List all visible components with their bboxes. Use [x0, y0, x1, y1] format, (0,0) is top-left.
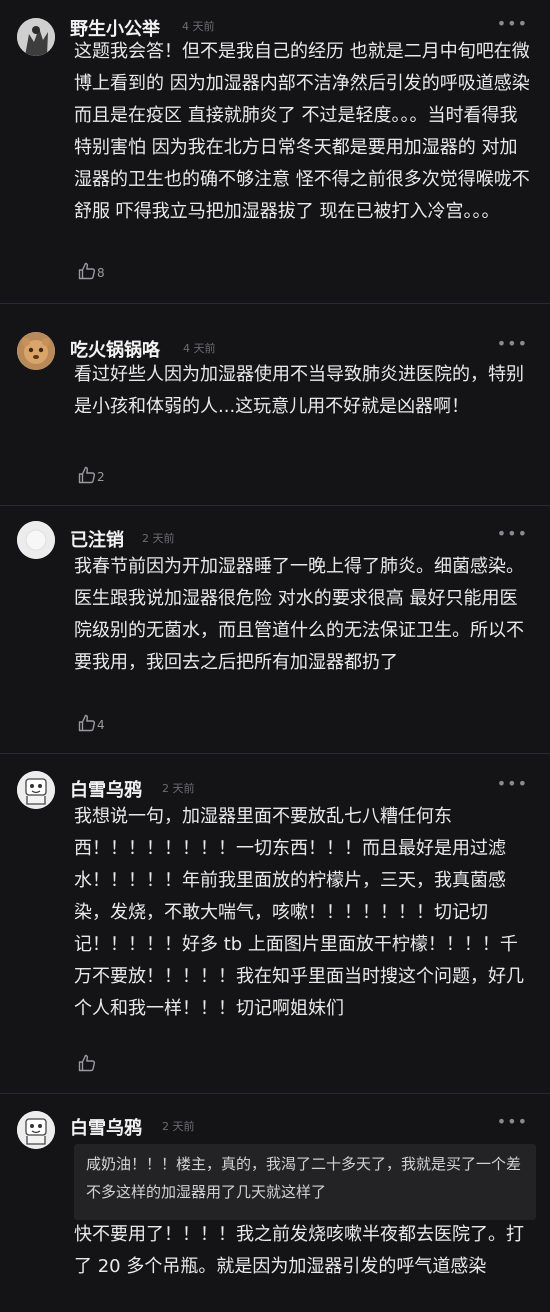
like-button[interactable]: 2 — [78, 460, 105, 484]
more-options-icon[interactable]: ••• — [497, 524, 528, 543]
avatar[interactable] — [17, 1111, 55, 1149]
avatar-image — [17, 521, 55, 559]
thumbs-up-icon — [78, 714, 96, 732]
comment-text: 快不要用了！！！！我之前发烧咳嗽半夜都去医院了。打了 20 多个吊瓶。就是因为加… — [74, 1224, 524, 1277]
avatar[interactable] — [17, 771, 55, 809]
timestamp: 2 天前 — [162, 782, 195, 795]
avatar-image — [17, 1111, 55, 1149]
like-count: 8 — [97, 266, 105, 280]
quoted-reply-text: 咸奶油！！！楼主，真的，我渴了二十多天了，我就是买了一个差不多这样的加湿器用了几… — [86, 1155, 522, 1201]
comment-text: 这题我会答！但不是我自己的经历 也就是二月中旬吧在微博上看到的 因为加湿器内部不… — [74, 41, 530, 222]
divider — [0, 753, 550, 754]
avatar-image — [17, 771, 55, 809]
thumbs-up-icon — [78, 466, 96, 484]
username[interactable]: 白雪乌鸦 — [70, 1114, 142, 1140]
like-count: 4 — [97, 718, 105, 732]
like-count: 2 — [97, 470, 105, 484]
avatar[interactable] — [17, 521, 55, 559]
comment-text: 看过好些人因为加湿器使用不当导致肺炎进医院的，特别是小孩和体弱的人...这玩意儿… — [74, 364, 524, 417]
username[interactable]: 已注销 — [70, 526, 124, 552]
thumbs-up-icon — [78, 262, 96, 280]
timestamp: 4 天前 — [182, 20, 215, 33]
avatar[interactable] — [17, 332, 55, 370]
avatar[interactable] — [17, 18, 55, 56]
avatar-image — [17, 18, 55, 56]
divider — [0, 1093, 550, 1094]
quoted-reply: 咸奶油！！！楼主，真的，我渴了二十多天了，我就是买了一个差不多这样的加湿器用了几… — [74, 1144, 536, 1220]
like-button[interactable]: 4 — [78, 708, 105, 732]
more-options-icon[interactable]: ••• — [497, 774, 528, 793]
like-button[interactable]: 8 — [78, 256, 105, 280]
timestamp: 2 天前 — [142, 532, 175, 545]
divider — [0, 303, 550, 304]
avatar-image — [17, 332, 55, 370]
divider — [0, 505, 550, 506]
comment-text: 我想说一句，加湿器里面不要放乱七八糟任何东西！！！！！！！！一切东西！！！而且最… — [74, 806, 524, 1019]
more-options-icon[interactable]: ••• — [497, 1112, 528, 1131]
comment-text: 我春节前因为开加湿器睡了一晚上得了肺炎。细菌感染。医生跟我说加湿器很危险 对水的… — [74, 556, 524, 673]
timestamp: 2 天前 — [162, 1120, 195, 1133]
more-options-icon[interactable]: ••• — [497, 14, 528, 33]
like-button[interactable] — [78, 1048, 97, 1072]
username[interactable]: 白雪乌鸦 — [70, 776, 142, 802]
thumbs-up-icon — [78, 1054, 96, 1072]
timestamp: 4 天前 — [183, 342, 216, 355]
more-options-icon[interactable]: ••• — [497, 334, 528, 353]
